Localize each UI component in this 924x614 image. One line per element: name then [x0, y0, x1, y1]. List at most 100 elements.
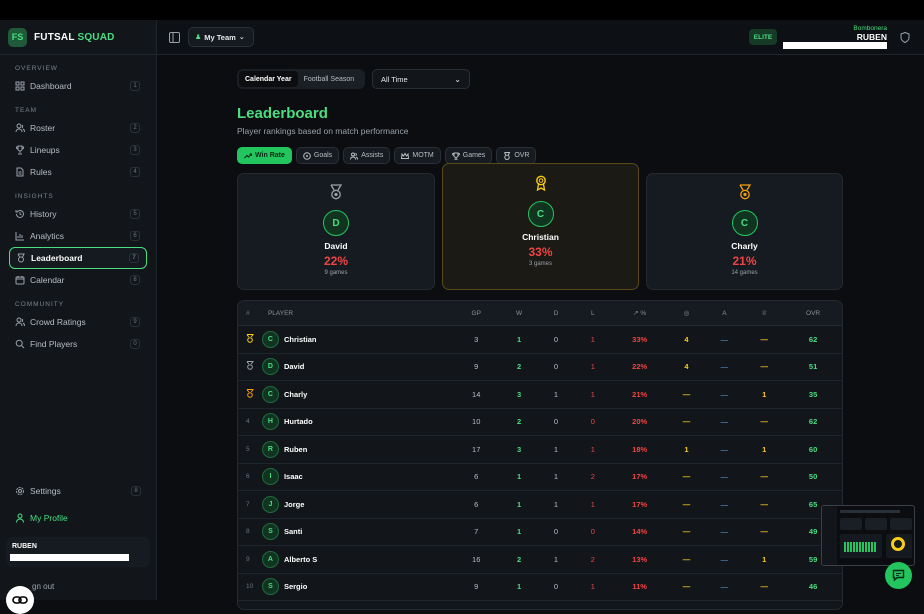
player-name: Ruben [283, 444, 308, 454]
sidebar-item-history[interactable]: History 5 [0, 203, 156, 225]
col-player[interactable]: PLAYER [262, 310, 451, 317]
brand[interactable]: FS FUTSAL SQUAD [0, 20, 156, 55]
filter-ovr[interactable]: OVR [496, 147, 537, 164]
sidebar-item-find-players[interactable]: Find Players 0 [0, 333, 156, 355]
trend-up-icon [244, 153, 252, 158]
table-header: # PLAYER GP W D L ↗ % ◎ A ♕ OVR [238, 301, 842, 326]
rank: 8 [246, 528, 250, 536]
sidebar-item-label: My Profile [30, 513, 68, 523]
shortcut-badge: 0 [130, 339, 140, 349]
sidebar-toggle-icon[interactable] [169, 32, 180, 43]
col-rank[interactable]: # [238, 310, 262, 317]
sidebar-item-label: Rules [30, 167, 52, 177]
podium-card-second[interactable]: D David 22% 9 games [237, 173, 435, 290]
user-card[interactable]: RUBEN [6, 537, 150, 567]
user-menu[interactable]: Bombonera RUBEN [853, 25, 887, 42]
goals: — [682, 417, 691, 427]
win-rate: 21% [632, 389, 648, 399]
tab-calendar-year[interactable]: Calendar Year [239, 71, 298, 87]
sidebar-item-my-profile[interactable]: My Profile [0, 507, 157, 529]
sidebar-item-lineups[interactable]: Lineups 3 [0, 139, 156, 161]
table-row[interactable]: D David 9 2 0 1 22% 4 — — 51 [238, 354, 842, 381]
filter-motm[interactable]: MOTM [394, 147, 441, 164]
shortcut-badge: 1 [130, 81, 140, 91]
assists: — [720, 417, 729, 427]
filter-games[interactable]: Games [444, 147, 493, 164]
sidebar-item-rules[interactable]: Rules 4 [0, 161, 156, 183]
team-select[interactable]: ♟ My Team ⌄ [188, 27, 254, 47]
player-name: David [283, 362, 305, 372]
games-played: 6 [474, 472, 479, 482]
filter-goals[interactable]: Goals [295, 147, 340, 164]
sidebar-item-dashboard[interactable]: Dashboard 1 [0, 75, 156, 97]
avatar: S [261, 578, 279, 596]
win-rate: 17% [632, 472, 648, 482]
metric-filters: Win Rate Goals Assists MOTM Games OVR [237, 147, 537, 164]
tab-football-season[interactable]: Football Season [298, 71, 361, 87]
sidebar-item-label: Lineups [30, 145, 60, 155]
sidebar-item-roster[interactable]: Roster 2 [0, 117, 156, 139]
trophy-icon [15, 145, 25, 155]
win-rate: 22% [632, 362, 648, 372]
chevron-down-icon: ⌄ [238, 34, 245, 41]
player-cell: H Hurtado [261, 413, 451, 431]
goals: — [682, 554, 691, 564]
table-row[interactable]: 6 I Isaac 6 1 1 2 17% — — — 50 [238, 464, 842, 491]
chat-widget-button[interactable] [6, 586, 34, 614]
period-toggle: Calendar Year Football Season [237, 69, 365, 89]
col-gp[interactable]: GP [451, 310, 501, 317]
time-range-select[interactable]: All Time ⌄ [372, 69, 470, 89]
table-row[interactable]: C Charly 14 3 1 1 21% — — 1 35 [238, 381, 842, 409]
shortcut-badge: 7 [129, 253, 139, 263]
table-row[interactable]: C Christian 3 1 0 1 33% 4 — — 62 [238, 326, 842, 354]
sidebar-item-settings[interactable]: Settings 8 [0, 480, 157, 502]
redacted-email [10, 554, 129, 561]
col-win-pct[interactable]: ↗ % [611, 309, 669, 317]
player-name: Christian [283, 334, 317, 344]
games-played: 9 [474, 362, 479, 372]
avatar: S [261, 523, 279, 541]
podium-card-first[interactable]: C Christian 33% 3 games [442, 163, 639, 290]
player-cell: D David [261, 358, 451, 376]
col-goals[interactable]: ◎ [669, 309, 705, 317]
trend-up-icon: ↗ [633, 310, 639, 317]
podium-card-third[interactable]: C Charly 21% 14 games [646, 173, 843, 290]
sidebar-item-label: Dashboard [30, 81, 72, 91]
sidebar-item-leaderboard[interactable]: Leaderboard 7 [9, 247, 147, 269]
page-subtitle: Player rankings based on match performan… [237, 126, 409, 136]
draws: 1 [553, 389, 559, 399]
silver-medal-icon [238, 361, 262, 372]
table-row[interactable]: 9 A Alberto S 16 2 1 2 13% — — 1 59 [238, 546, 842, 574]
col-ovr[interactable]: OVR [784, 310, 842, 317]
chat-button[interactable] [885, 562, 912, 589]
calendar-icon [15, 275, 25, 285]
filter-win-rate[interactable]: Win Rate [237, 147, 292, 164]
motm: — [760, 582, 768, 592]
draws: 1 [553, 554, 559, 564]
sidebar-item-analytics[interactable]: Analytics 6 [0, 225, 156, 247]
table-row[interactable]: 10 S Sergio 9 1 0 1 11% — — — 46 [238, 574, 842, 601]
col-d[interactable]: D [537, 310, 575, 317]
games-played: 6 [474, 499, 479, 509]
games-played: 16 [472, 554, 481, 564]
filter-assists[interactable]: Assists [343, 147, 391, 164]
leaderboard-table: # PLAYER GP W D L ↗ % ◎ A ♕ OVR C Christ… [237, 300, 843, 610]
sidebar-item-crowd-ratings[interactable]: Crowd Ratings 9 [0, 311, 156, 333]
table-row[interactable]: 5 R Ruben 17 3 1 1 18% 1 — 1 60 [238, 436, 842, 464]
sidebar-item-calendar[interactable]: Calendar 8 [0, 269, 156, 291]
redacted-email [783, 42, 887, 49]
shield-icon[interactable] [900, 32, 910, 43]
assists: — [720, 554, 729, 564]
ovr: 51 [808, 362, 818, 372]
col-motm[interactable]: ♕ [744, 309, 784, 317]
wins: 1 [516, 334, 522, 344]
col-l[interactable]: L [575, 310, 611, 317]
table-row[interactable]: 4 H Hurtado 10 2 0 0 20% — — — 62 [238, 409, 842, 436]
screen-preview-thumbnail[interactable] [821, 505, 915, 566]
col-assists[interactable]: A [704, 310, 744, 317]
draws: 0 [553, 582, 559, 592]
table-row[interactable]: 8 S Santi 7 1 0 0 14% — — — 49 [238, 519, 842, 546]
col-w[interactable]: W [501, 310, 537, 317]
bronze-medal-icon [738, 184, 751, 200]
table-row[interactable]: 7 J Jorge 6 1 1 1 17% — — — 65 [238, 491, 842, 519]
